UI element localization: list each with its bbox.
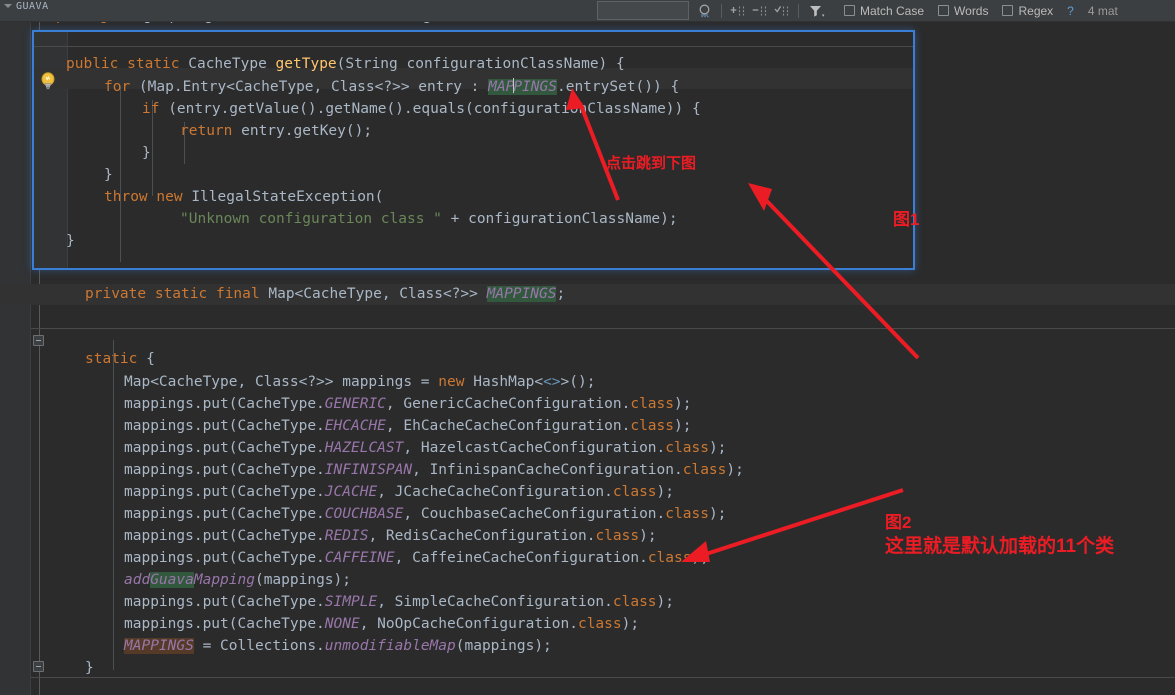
code-line-mapping-1: mappings.put(CacheType.EHCACHE, EhCacheC… — [124, 418, 692, 434]
regex-checkbox[interactable] — [1002, 5, 1014, 16]
ide-window: package org.springframework.boot.autocon… — [0, 0, 1175, 695]
code-line-static-open: static { — [85, 351, 155, 367]
popup-code-line-4: } — [142, 145, 151, 161]
breadcrumb-tab-guava[interactable]: GUAVA — [4, 0, 49, 12]
code-line-field-declaration: private static final Map<CacheType, Clas… — [85, 286, 566, 302]
code-line-unmodifiable: MAPPINGS = Collections.unmodifiableMap(m… — [124, 638, 552, 654]
match-count-label: 4 mat — [1087, 3, 1118, 18]
match-case-option[interactable]: Match Case — [844, 4, 924, 18]
code-line-map-init: Map<CacheType, Class<?>> mappings = new … — [124, 374, 596, 390]
fold-marker-static-block[interactable] — [33, 335, 44, 346]
code-line-mapping-0: mappings.put(CacheType.GENERIC, GenericC… — [124, 396, 692, 412]
words-option[interactable]: Words — [938, 4, 988, 18]
remove-occurrence-icon[interactable] — [749, 1, 771, 21]
method-separator — [31, 677, 1175, 678]
popup-code-line-0: public static CacheType getType(String c… — [66, 56, 625, 72]
gutter-separator — [30, 22, 31, 695]
code-line-mapping-6: mappings.put(CacheType.REDIS, RedisCache… — [124, 528, 657, 544]
code-line-mapping-9: mappings.put(CacheType.NONE, NoOpCacheCo… — [124, 616, 640, 632]
code-line-mapping-7: mappings.put(CacheType.CAFFEINE, Caffein… — [124, 550, 709, 566]
intention-bulb-icon[interactable] — [40, 72, 56, 90]
add-occurrence-icon[interactable] — [727, 1, 749, 21]
tab-label: GUAVA — [16, 0, 49, 12]
find-toolbar[interactable]: Match Case Words Regex ? 4 mat — [0, 0, 1175, 22]
code-line-guava: addGuavaMapping(mappings); — [124, 572, 351, 588]
words-label: Words — [954, 3, 989, 18]
popup-code-line-2: if (entry.getValue().getName().equals(co… — [142, 101, 701, 117]
regex-label: Regex — [1018, 3, 1054, 18]
code-line-mapping-2: mappings.put(CacheType.HAZELCAST, Hazelc… — [124, 440, 727, 456]
search-input[interactable] — [597, 1, 689, 20]
quick-definition-popup[interactable]: public static CacheType getType(String c… — [32, 30, 915, 270]
popup-top-rule — [34, 46, 913, 47]
chevron-down-icon — [4, 4, 12, 8]
popup-code-line-7: "Unknown configuration class " + configu… — [180, 211, 678, 227]
popup-code-line-1: for (Map.Entry<CacheType, Class<?>> entr… — [104, 78, 680, 95]
method-separator — [31, 328, 1175, 329]
words-checkbox[interactable] — [938, 5, 950, 16]
match-case-label: Match Case — [860, 3, 925, 18]
popup-code-line-5: } — [104, 167, 113, 183]
find-all-icon[interactable] — [694, 1, 716, 21]
code-line-mapping-3: mappings.put(CacheType.INFINISPAN, Infin… — [124, 462, 744, 478]
fold-marker-collapse[interactable] — [33, 661, 44, 672]
popup-code-line-3: return entry.getKey(); — [180, 123, 373, 139]
select-all-occurrences-icon[interactable] — [771, 1, 793, 21]
code-line-mapping-4: mappings.put(CacheType.JCACHE, JCacheCac… — [124, 484, 675, 500]
regex-option[interactable]: Regex — [1002, 4, 1053, 18]
code-line-mapping-8: mappings.put(CacheType.SIMPLE, SimpleCac… — [124, 594, 675, 610]
help-icon[interactable]: ? — [1067, 4, 1074, 18]
code-line-mapping-5: mappings.put(CacheType.COUCHBASE, Couchb… — [124, 506, 727, 522]
code-line-static-close: } — [85, 660, 94, 676]
indent-guide — [113, 340, 114, 670]
match-case-checkbox[interactable] — [844, 5, 855, 16]
popup-code-line-6: throw new IllegalStateException( — [104, 189, 384, 205]
indent-guide — [120, 87, 121, 262]
filter-icon[interactable] — [804, 1, 830, 21]
popup-code-line-8: } — [66, 233, 75, 249]
editor-gutter[interactable] — [0, 22, 30, 695]
